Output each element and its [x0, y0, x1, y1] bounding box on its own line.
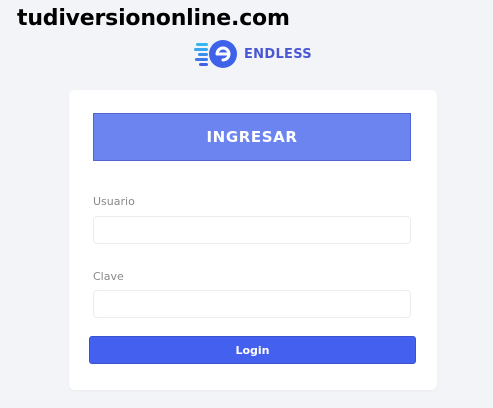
endless-e-logo-icon [194, 40, 237, 68]
username-label: Usuario [93, 195, 135, 208]
ingresar-header: INGRESAR [93, 113, 411, 161]
brand-header: ENDLESS [194, 37, 312, 71]
brand-name: ENDLESS [244, 46, 312, 62]
password-label: Clave [93, 270, 124, 283]
login-button[interactable]: Login [89, 336, 416, 364]
password-input[interactable] [93, 290, 411, 318]
username-input[interactable] [93, 216, 411, 244]
login-card: INGRESAR Usuario Clave Login [69, 90, 437, 390]
watermark-text: tudiversiononline.com [17, 6, 290, 31]
